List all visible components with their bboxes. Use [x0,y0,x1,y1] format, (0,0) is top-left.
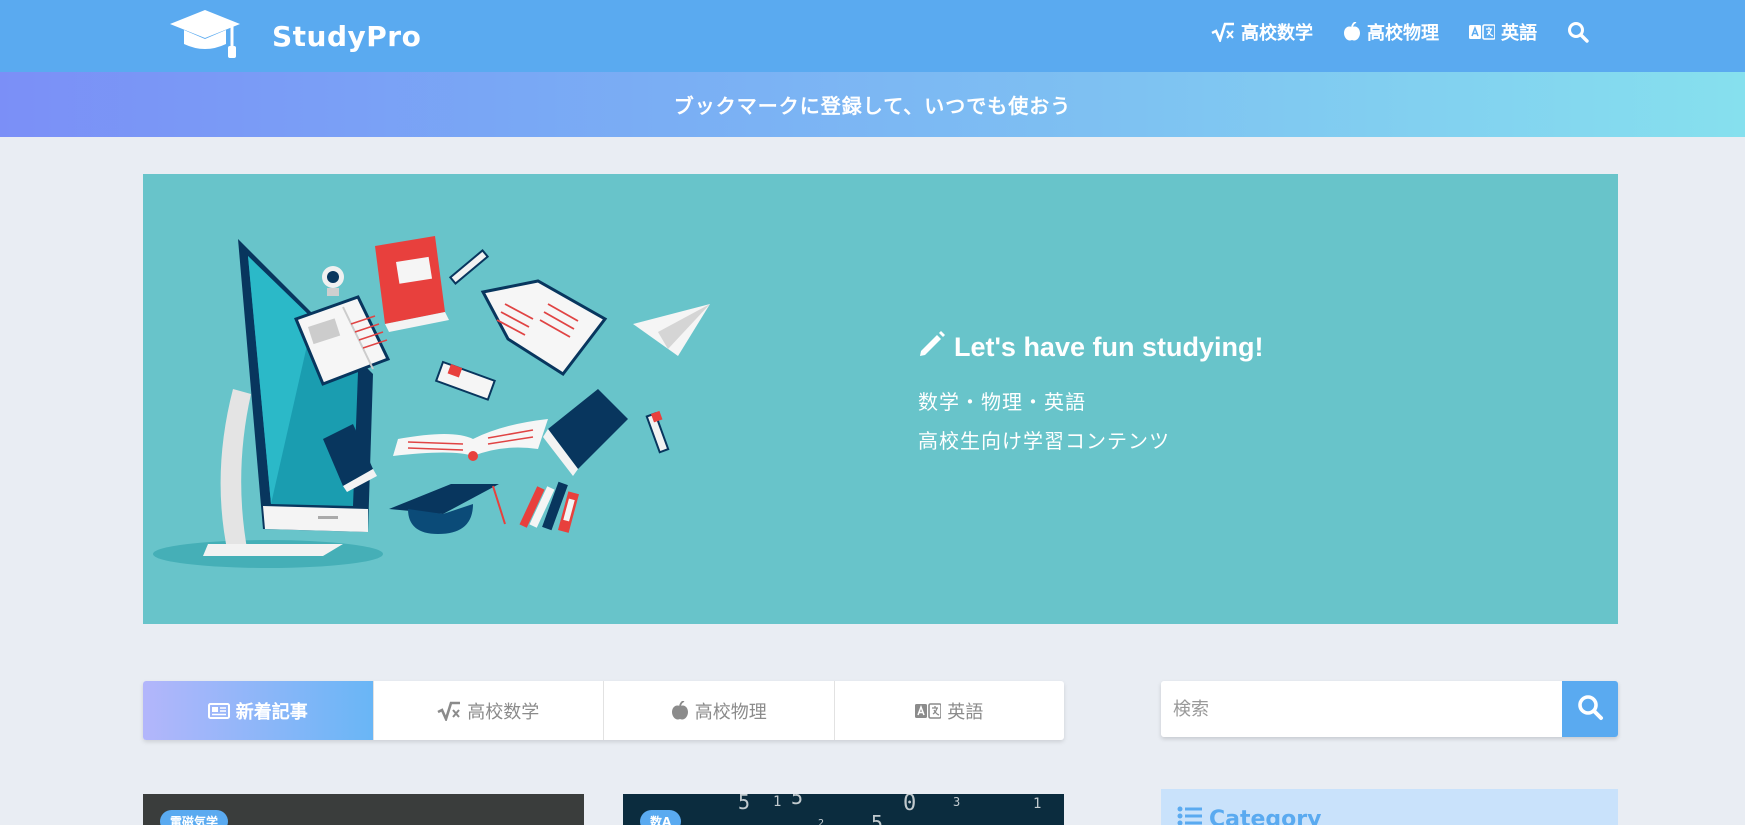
category-badge: 電磁気学 [160,810,229,825]
graduation-cap-icon [168,8,242,64]
language-icon [915,702,942,719]
svg-text:2: 2 [818,818,824,825]
hero-subtitle-line: 数学・物理・英語 [918,390,1086,414]
tab-label: 高校物理 [694,701,767,723]
nav-item-label: 英語 [1501,23,1537,44]
main-nav: 高校数学 高校物理 英語 [1211,0,1595,64]
category-badge: 数A [640,810,682,825]
hero-title: Let's have fun studying! [918,330,1263,365]
hero-subtitle-line: 高校生向け学習コンテンツ [918,429,1170,453]
nav-item-math[interactable]: 高校数学 [1211,19,1313,45]
sqrt-icon [1211,22,1235,42]
tab-physics[interactable]: 高校物理 [604,681,835,740]
sqrt-icon [437,701,461,721]
hero-text: Let's have fun studying! 数学・物理・英語 高校生向け学… [918,330,1263,461]
svg-text:5: 5 [791,794,803,809]
nav-item-physics[interactable]: 高校物理 [1343,19,1439,45]
apple-icon [671,700,689,721]
pencil-icon [918,330,954,365]
svg-text:3: 3 [953,795,960,809]
language-icon [1469,24,1495,40]
study-illustration [153,224,723,598]
category-title: Category [1177,805,1321,825]
svg-text:5: 5 [738,794,750,814]
nav-item-label: 高校物理 [1367,23,1439,44]
article-tabs: 新着記事 高校数学 高校物理 英語 [143,681,1064,740]
svg-text:1: 1 [773,794,781,810]
category-widget: Category [1161,789,1618,825]
site-logo[interactable]: StudyPro [168,8,421,64]
search-icon [1576,693,1604,725]
list-icon [1177,805,1209,825]
site-header: StudyPro 高校数学 高校物理 英語 [0,0,1745,72]
category-title-text: Category [1209,806,1322,825]
tab-english[interactable]: 英語 [835,681,1065,740]
hero-section: Let's have fun studying! 数学・物理・英語 高校生向け学… [143,174,1618,624]
tab-new-articles[interactable]: 新着記事 [143,681,374,740]
svg-text:1: 1 [1033,796,1041,812]
nav-item-english[interactable]: 英語 [1469,19,1537,45]
tab-math[interactable]: 高校数学 [374,681,604,740]
search-input[interactable] [1161,681,1562,737]
svg-text:0: 0 [903,794,916,816]
svg-text:5: 5 [871,811,883,825]
article-card[interactable]: 電磁気学 [143,794,584,825]
tab-label: 高校数学 [467,701,540,723]
search-icon [1567,21,1589,43]
search-button[interactable] [1562,681,1618,737]
newspaper-icon [207,702,230,719]
article-card[interactable]: 5 1 5 0 3 5 1 2 数A [623,794,1064,825]
logo-text: StudyPro [272,19,422,53]
hero-subtitle: 数学・物理・英語 高校生向け学習コンテンツ [918,383,1263,461]
header-search-button[interactable] [1567,21,1595,43]
nav-item-label: 高校数学 [1241,23,1313,44]
sidebar-search [1161,681,1618,737]
card-thumbnail: 5 1 5 0 3 5 1 2 [738,794,1041,825]
apple-icon [1343,22,1361,42]
bookmark-banner[interactable]: ブックマークに登録して、いつでも使おう [0,72,1745,137]
banner-text: ブックマークに登録して、いつでも使おう [673,94,1072,118]
tab-label: 英語 [947,701,984,723]
tab-label: 新着記事 [235,701,308,723]
hero-title-text: Let's have fun studying! [954,332,1264,362]
